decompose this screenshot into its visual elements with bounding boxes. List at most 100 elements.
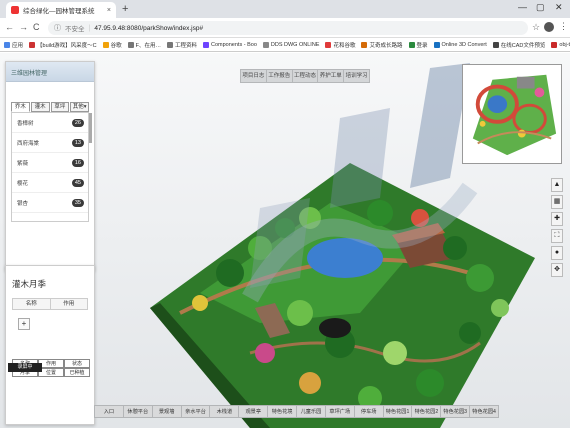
omnibox[interactable]: ⓘ 不安全 | 47.95.9.48:8080/parkShow/index.j… — [48, 21, 528, 35]
scene-menu-item[interactable]: 入口 — [95, 406, 124, 417]
top-toolbar: 项目日志 工作报告 工程动态 养护工单 培训学习 — [240, 69, 370, 83]
minimap[interactable] — [462, 64, 562, 164]
minimize-button[interactable]: — — [518, 2, 527, 12]
bookmark-item[interactable]: 工程资料 — [167, 41, 197, 49]
address-bar-row: ← → C ⓘ 不安全 | 47.95.9.48:8080/parkShow/i… — [0, 18, 570, 38]
plant-name: 紫薇 — [17, 160, 29, 167]
list-item[interactable]: 紫薇 16 — [12, 153, 88, 173]
window-close-button[interactable]: ✕ — [555, 2, 563, 13]
scene-menu-item[interactable]: 木栈道 — [210, 406, 240, 417]
bookmark-item[interactable]: DDS DWG ONLINE — [262, 41, 319, 48]
forward-button[interactable]: → — [19, 22, 28, 32]
maximize-button[interactable]: ▢ — [536, 2, 545, 13]
shrub-panel: 灌木月季 名称作用 + 名称作用状态月季位置已种植 — [5, 265, 95, 425]
bookmark-icon — [203, 41, 210, 48]
bookmark-icon — [127, 41, 134, 48]
bookmark-label: 登录 — [416, 42, 428, 49]
scene-menu-item[interactable]: 特色花园4 — [470, 406, 498, 417]
bookmark-label: 工程资料 — [175, 42, 198, 49]
plant-name: 樱花 — [17, 180, 29, 187]
bottom-scene-menu: 入口 休憩平台 景观墙 亲水平台 木栈道 观景亭 特色花境 儿童乐园 草坪广场 停车场 特色花园1 特… — [94, 405, 499, 418]
insecure-label: 不安全 — [65, 26, 85, 33]
plant-name: 香樟树 — [17, 120, 34, 127]
bookmark-item[interactable]: 谷歌 — [102, 41, 122, 49]
toolbar-button[interactable]: 养护工单 — [318, 70, 345, 82]
count-badge: 45 — [71, 178, 84, 187]
info-icon[interactable]: ⓘ — [54, 23, 61, 33]
scene-menu-item[interactable]: 停车场 — [355, 406, 384, 417]
bookmark-label: 谷歌 — [110, 42, 122, 49]
scene-menu-item[interactable]: 休憩平台 — [124, 406, 153, 417]
bookmark-item[interactable]: obj-to-json - npm — [551, 41, 570, 48]
bookmark-item[interactable]: 登录 — [408, 41, 428, 49]
url-text[interactable]: 47.95.9.48:8080/parkShow/index.jsp# — [94, 25, 203, 32]
toolbar-button[interactable]: 培训学习 — [344, 70, 369, 82]
table-cell: 已种植 — [63, 368, 90, 377]
scene-menu-item[interactable]: 亲水平台 — [182, 406, 211, 417]
person-icon[interactable]: ● — [551, 246, 563, 260]
list-item[interactable]: 樱花 45 — [12, 173, 88, 193]
bookmark-item[interactable]: 应用 — [4, 41, 23, 49]
up-arrow-icon[interactable]: ▲ — [551, 178, 563, 192]
bookmark-icon — [29, 41, 36, 48]
bookmark-item[interactable]: 【build游戏】风采度～C — [29, 41, 97, 49]
fullscreen-icon[interactable]: ⛶ — [551, 229, 563, 243]
zoom-in-icon[interactable]: ✚ — [551, 212, 563, 226]
scene-menu-item[interactable]: 特色花园2 — [412, 406, 442, 417]
category-tab[interactable]: 灌木 — [30, 102, 50, 112]
list-item[interactable]: 香樟树 26 — [12, 113, 88, 133]
panel-header: 三维园林管理 — [6, 62, 94, 82]
plant-name: 西府海棠 — [17, 140, 40, 147]
toolbar-button[interactable]: 工程动态 — [293, 70, 319, 82]
category-tab[interactable]: 其他▾ — [70, 102, 89, 112]
bookmark-star-icon[interactable]: ☆ — [532, 22, 540, 33]
column-header: 名称 — [13, 299, 51, 309]
bookmark-item[interactable]: 艾奇成长路路 — [361, 41, 403, 49]
grid-icon[interactable]: ▦ — [551, 195, 563, 209]
bookmark-item[interactable]: 在线CAD文件预览 — [492, 41, 546, 49]
bookmark-label: 在线CAD文件预览 — [500, 42, 546, 49]
back-button[interactable]: ← — [5, 22, 14, 32]
bookmark-item[interactable]: 花和谷歌 — [325, 41, 355, 49]
new-tab-button[interactable]: + — [122, 3, 128, 15]
scene-menu-item[interactable]: 特色花园3 — [441, 406, 471, 417]
browser-menu-icon[interactable]: ⋮ — [559, 21, 568, 32]
toolbar-button[interactable]: 工作报告 — [267, 70, 293, 82]
bookmark-icon — [361, 41, 368, 48]
tab-title: 综合绿化—园林管理系统 — [23, 8, 95, 15]
plant-category-panel: 三维园林管理 乔木 灌木 草坪 其他▾ 香樟树 26 西府海棠 13 紫薇 16 樱花 45 银杏 35 — [5, 61, 95, 271]
scene-menu-item[interactable]: 特色花园1 — [384, 406, 413, 417]
toolbar-button[interactable]: 项目日志 — [241, 70, 267, 82]
scene-menu-item[interactable]: 观景亭 — [239, 406, 269, 417]
bookmark-icon — [492, 41, 499, 48]
bookmarks-bar: 应用 【build游戏】风采度～C 谷歌 F、在用… 工程资料 Components - … — [0, 38, 570, 52]
separator: | — [88, 24, 91, 32]
category-tab[interactable]: 乔木 — [11, 102, 30, 112]
bookmark-item[interactable]: Online 3D Convert — [433, 41, 487, 48]
category-tab[interactable]: 草坪 — [50, 102, 70, 112]
move-icon[interactable]: ✥ — [551, 263, 563, 277]
scene-menu-item[interactable]: 草坪广场 — [326, 406, 355, 417]
list-scrollbar[interactable] — [89, 113, 92, 143]
reload-button[interactable]: C — [33, 22, 40, 32]
add-button[interactable]: + — [18, 318, 30, 330]
browser-tab[interactable]: 综合绿化—园林管理系统 × — [6, 2, 116, 18]
scene-menu-item[interactable]: 景观墙 — [153, 406, 182, 417]
scene-menu-item[interactable]: 特色花境 — [268, 406, 298, 417]
category-tabs: 乔木 灌木 草坪 其他▾ — [6, 82, 94, 112]
list-item[interactable]: 银杏 35 — [12, 193, 88, 213]
bookmark-icon — [551, 41, 558, 48]
bookmark-icon — [433, 41, 440, 48]
bookmark-icon — [167, 41, 173, 48]
list-item[interactable]: 西府海棠 13 — [12, 133, 88, 153]
site-favicon-icon — [11, 6, 19, 14]
plant-name: 银杏 — [17, 200, 29, 207]
account-avatar-icon[interactable] — [544, 22, 554, 32]
bookmark-item[interactable]: Components - Boo — [203, 41, 257, 48]
bookmark-item[interactable]: F、在用… — [127, 41, 161, 49]
tab-close-icon[interactable]: × — [107, 7, 111, 14]
recording-label: 录屏中 — [8, 363, 42, 372]
scene-menu-item[interactable]: 儿童乐园 — [297, 406, 326, 417]
bookmark-label: Online 3D Convert — [441, 41, 487, 48]
plant-list: 香樟树 26 西府海棠 13 紫薇 16 樱花 45 银杏 35 — [11, 112, 92, 222]
